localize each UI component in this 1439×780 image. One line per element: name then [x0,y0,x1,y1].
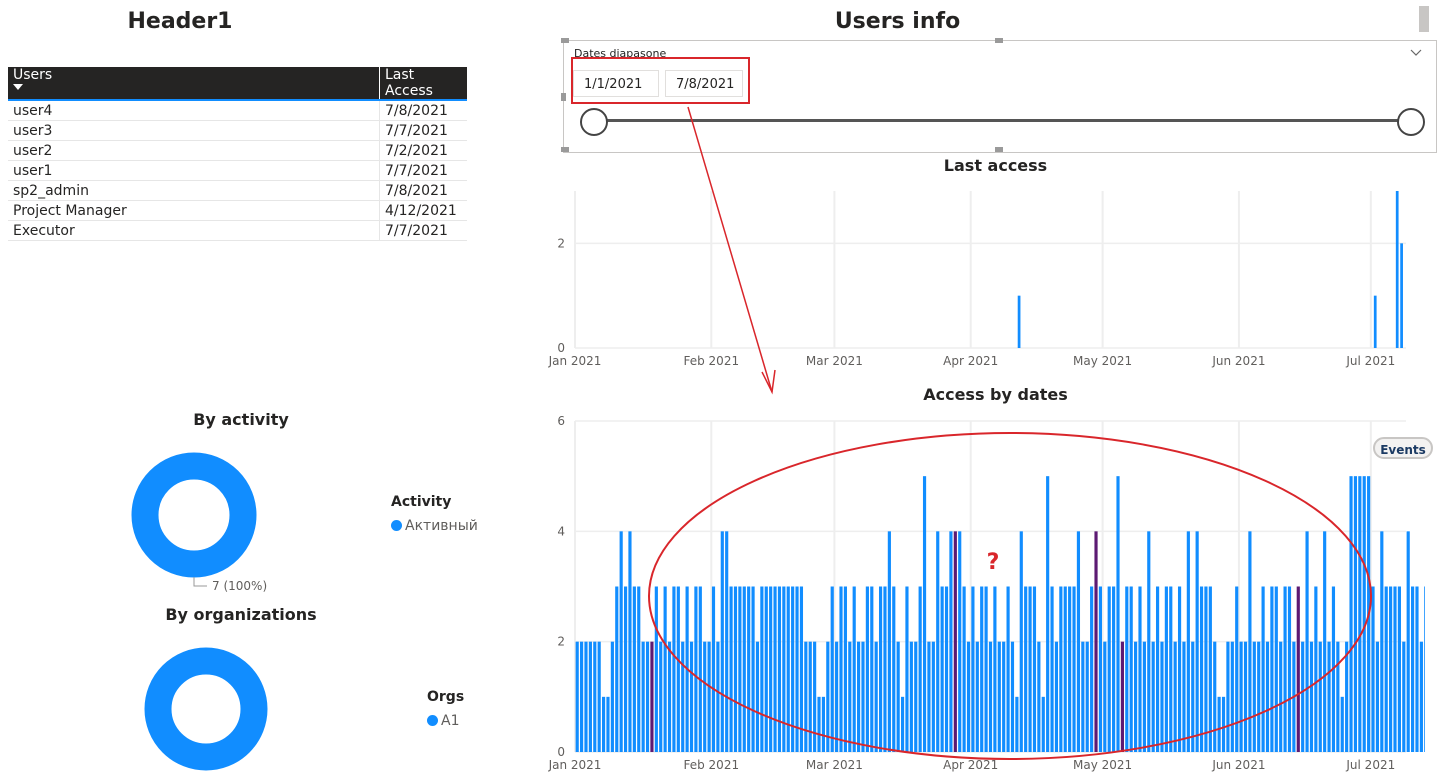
annotation-ellipse [648,432,1372,760]
annotation-arrow-line [687,106,773,393]
annotation-rectangle [571,57,750,104]
annotation-question-mark: ? [987,550,1000,575]
annotation-overlay: ? [571,57,1372,760]
